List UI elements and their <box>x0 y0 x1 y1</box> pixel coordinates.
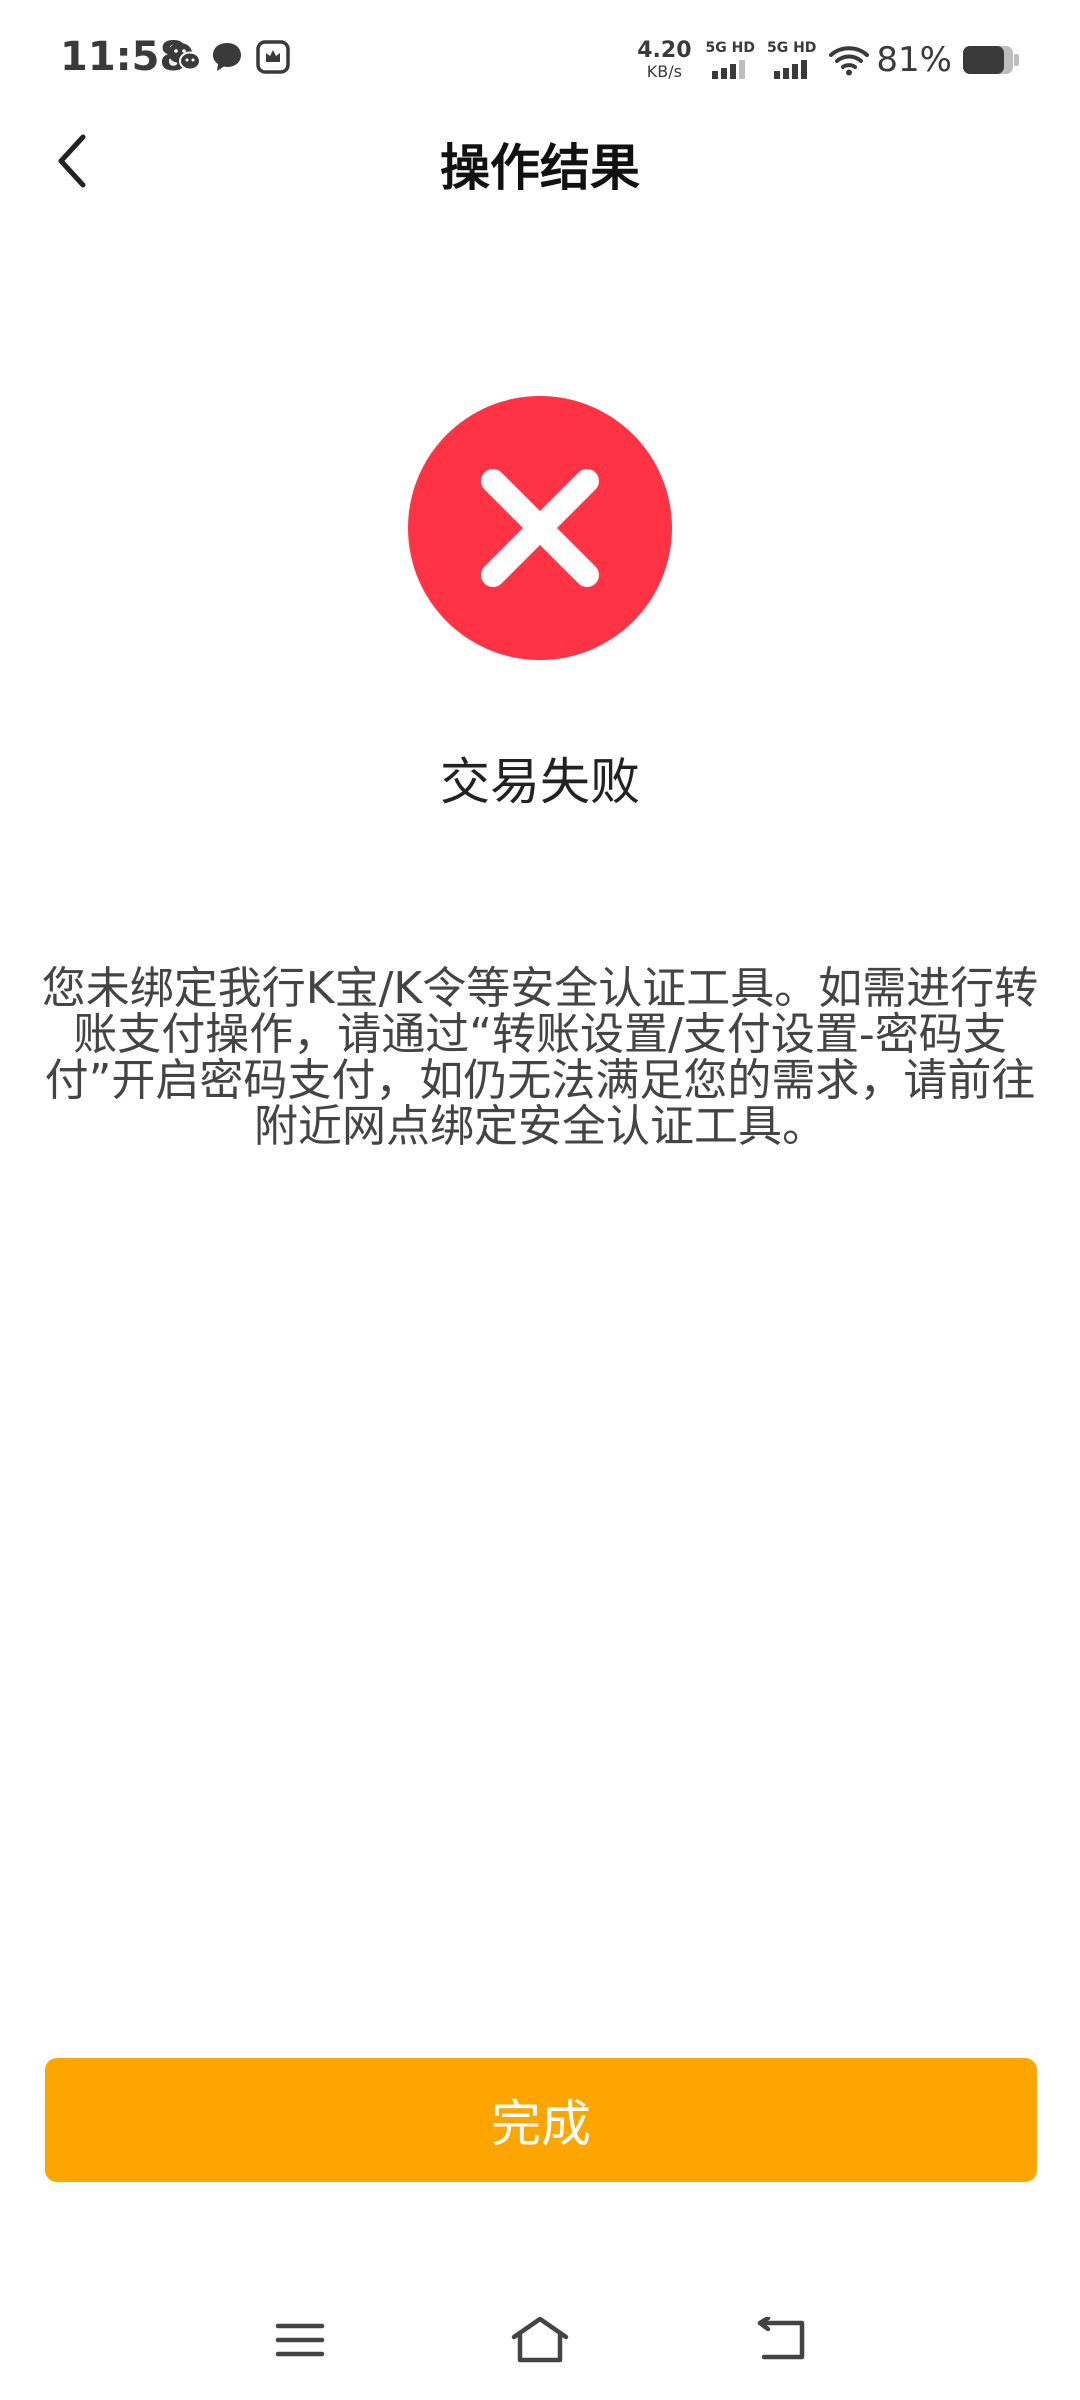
done-button[interactable]: 完成 <box>45 2058 1037 2182</box>
home-button[interactable] <box>500 2310 580 2370</box>
error-x-icon <box>408 396 672 660</box>
wifi-icon <box>829 46 870 76</box>
wechat-icon <box>166 40 202 78</box>
nav-bar: 操作结果 <box>0 120 1080 200</box>
system-nav-bar <box>0 2290 1080 2390</box>
result-message: 您未绑定我行K宝/K令等安全认证工具。如需进行转账支付操作，请通过“转账设置/支… <box>41 963 1039 1152</box>
back-icon <box>757 2317 805 2360</box>
net-speed: 4.20 KB/s <box>637 40 691 80</box>
signal-1-label: 5G HD <box>705 40 755 56</box>
status-bar: 11:58 4.20 KB/s 5G HD 5G HD 81% <box>0 0 1080 120</box>
home-icon <box>511 2316 569 2363</box>
screen: 11:58 4.20 KB/s 5G HD 5G HD 81% 操作结果 交易失… <box>0 0 1080 2400</box>
signal-2: 5G HD <box>767 41 816 79</box>
page-title: 操作结果 <box>440 139 640 197</box>
battery-icon <box>963 46 1019 74</box>
signal-1: 5G HD <box>706 41 755 79</box>
battery-percent: 81% <box>876 40 952 80</box>
signal-2-label: 5G HD <box>766 40 817 56</box>
back-nav-button[interactable] <box>742 2310 822 2370</box>
status-right: 4.20 KB/s 5G HD 5G HD 81% <box>637 34 1020 86</box>
app-icon <box>256 40 290 78</box>
menu-button[interactable] <box>260 2310 340 2370</box>
menu-icon <box>275 2323 325 2357</box>
signal-bars-icon <box>773 60 807 79</box>
signal-bars-icon <box>712 60 746 79</box>
result-title: 交易失败 <box>440 753 640 811</box>
net-speed-value: 4.20 <box>637 38 692 63</box>
message-icon <box>210 40 244 78</box>
net-speed-unit: KB/s <box>646 62 682 81</box>
